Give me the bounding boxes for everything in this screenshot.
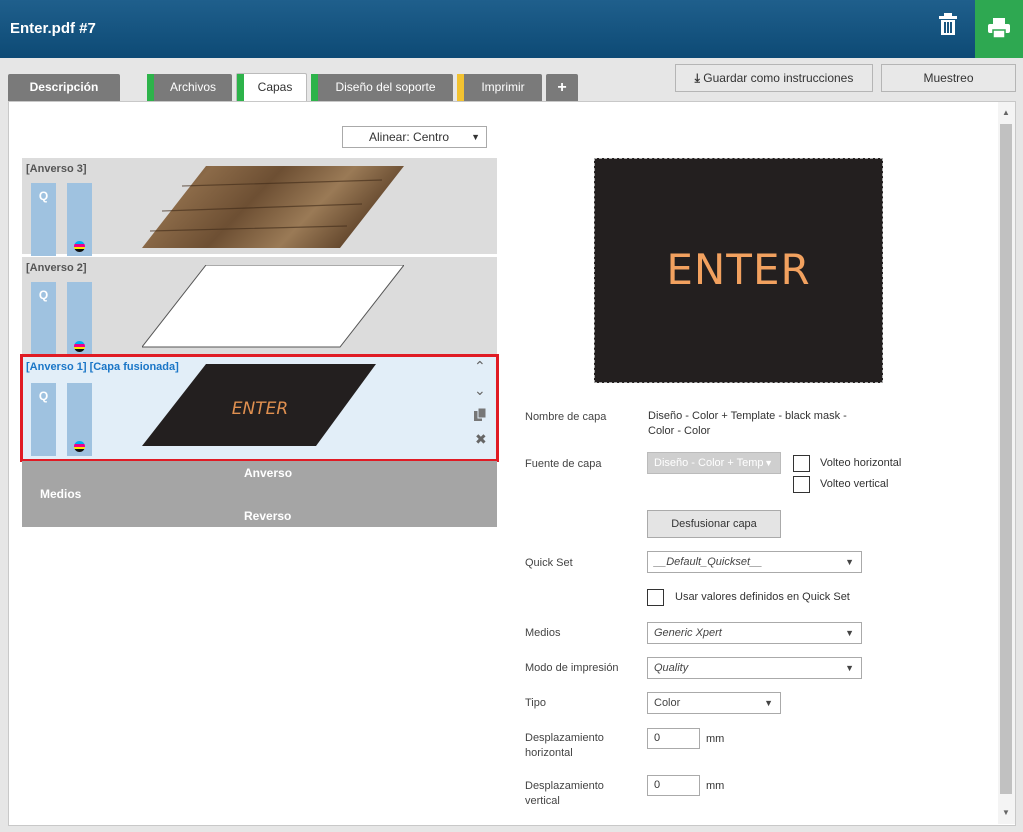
quickset-indicator[interactable]: Q xyxy=(31,383,56,456)
scroll-up-icon[interactable]: ▲ xyxy=(1002,108,1010,117)
dropdown-arrow-icon: ▼ xyxy=(764,458,773,468)
layer-item[interactable]: [Anverso 3] Q xyxy=(22,158,497,256)
sample-button[interactable]: Muestreo xyxy=(881,64,1016,92)
layer-item[interactable]: [Anverso 2] Q xyxy=(22,257,497,356)
flip-vertical-checkbox[interactable] xyxy=(793,476,810,493)
layer-item-selected[interactable]: [Anverso 1] [Capa fusionada] Q ENTER ⌃ ⌄… xyxy=(20,354,499,462)
unmerge-layer-button[interactable]: Desfusionar capa xyxy=(647,510,781,538)
delete-icon[interactable]: ✖ xyxy=(475,431,487,448)
quickset-indicator[interactable]: Q xyxy=(31,282,56,356)
offset-horizontal-unit: mm xyxy=(706,733,725,745)
tab-diseno-del-soporte[interactable]: Diseño del soporte xyxy=(311,74,453,101)
tab-descripcion[interactable]: Descripción xyxy=(8,74,120,101)
layer-thumbnail-white xyxy=(142,265,404,348)
download-icon: ⤓ xyxy=(694,71,700,85)
duplicate-icon[interactable] xyxy=(474,407,487,425)
type-dropdown[interactable]: Color ▼ xyxy=(647,692,781,714)
plus-icon: + xyxy=(557,79,567,96)
scrollbar-thumb[interactable] xyxy=(1000,124,1012,794)
color-channel-indicator[interactable] xyxy=(67,383,92,456)
offset-horizontal-label-cont: horizontal xyxy=(525,747,573,759)
cmyk-icon xyxy=(74,241,85,252)
print-button[interactable] xyxy=(975,0,1023,58)
color-channel-indicator[interactable] xyxy=(67,282,92,356)
layer-thumbnail-wood xyxy=(142,166,404,248)
quickset-label: Quick Set xyxy=(525,557,573,569)
dropdown-arrow-icon: ▼ xyxy=(764,698,773,708)
layer-name-label: Nombre de capa xyxy=(525,411,607,423)
preview-text: ENTER xyxy=(666,245,811,294)
dropdown-arrow-icon: ▼ xyxy=(845,557,854,567)
tab-capas[interactable]: Capas xyxy=(236,73,307,102)
title-bar: Enter.pdf #7 xyxy=(0,0,1023,58)
layer-source-dropdown[interactable]: Diseño - Color + Temp ▼ xyxy=(647,452,781,474)
type-label: Tipo xyxy=(525,697,546,709)
move-up-icon[interactable]: ⌃ xyxy=(474,358,486,375)
media-label: Medios xyxy=(525,627,561,639)
offset-horizontal-input[interactable]: 0 xyxy=(647,728,700,749)
quickset-dropdown[interactable]: __Default_Quickset__ ▼ xyxy=(647,551,862,573)
layer-thumbnail-text: ENTER xyxy=(232,399,288,419)
flip-horizontal-checkbox[interactable] xyxy=(793,455,810,472)
layer-thumbnail-enter: ENTER xyxy=(142,364,376,446)
add-tab-button[interactable]: + xyxy=(546,74,578,101)
align-dropdown[interactable]: Alinear: Centro ▼ xyxy=(342,126,487,148)
printer-icon xyxy=(988,18,1010,38)
print-mode-label: Modo de impresión xyxy=(525,662,619,674)
offset-vertical-input[interactable]: 0 xyxy=(647,775,700,796)
media-dropdown[interactable]: Generic Xpert ▼ xyxy=(647,622,862,644)
trash-icon[interactable] xyxy=(937,12,959,36)
print-mode-dropdown[interactable]: Quality ▼ xyxy=(647,657,862,679)
offset-vertical-label-cont: vertical xyxy=(525,795,560,807)
dropdown-arrow-icon: ▼ xyxy=(845,628,854,638)
dropdown-arrow-icon: ▼ xyxy=(471,132,480,142)
layer-name-value: Diseño - Color + Template - black mask - xyxy=(648,410,847,422)
tab-archivos[interactable]: Archivos xyxy=(147,74,232,101)
color-channel-indicator[interactable] xyxy=(67,183,92,256)
use-quickset-checkbox[interactable] xyxy=(647,589,664,606)
offset-vertical-label: Desplazamiento xyxy=(525,780,604,792)
dropdown-arrow-icon: ▼ xyxy=(845,663,854,673)
layer-name-value-cont: Color - Color xyxy=(648,425,711,437)
move-down-icon[interactable]: ⌄ xyxy=(474,382,486,399)
cmyk-icon xyxy=(74,341,85,352)
scroll-down-icon[interactable]: ▼ xyxy=(1002,808,1010,817)
media-block: Anverso Medios Reverso xyxy=(22,461,497,527)
offset-vertical-unit: mm xyxy=(706,780,725,792)
vertical-scrollbar[interactable]: ▲ ▼ xyxy=(998,102,1015,824)
offset-horizontal-label: Desplazamiento xyxy=(525,732,604,744)
cmyk-icon xyxy=(74,441,85,452)
layer-source-label: Fuente de capa xyxy=(525,458,602,470)
layer-preview: ENTER xyxy=(594,158,883,383)
save-as-instructions-button[interactable]: ⤓ Guardar como instrucciones xyxy=(675,64,873,92)
quickset-indicator[interactable]: Q xyxy=(31,183,56,256)
tab-imprimir[interactable]: Imprimir xyxy=(457,74,542,101)
window-title: Enter.pdf #7 xyxy=(10,20,96,37)
